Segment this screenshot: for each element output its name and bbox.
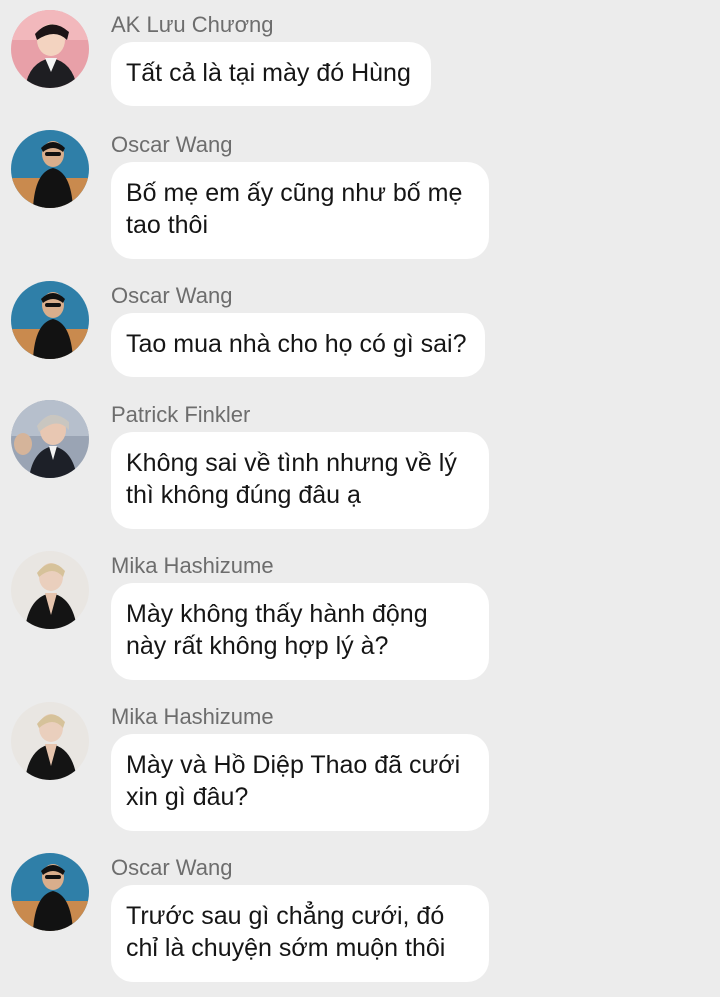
avatar-photo-icon xyxy=(11,551,89,629)
message-text: Trước sau gì chẳng cưới, đó xyxy=(126,902,445,930)
message-text: xin gì đâu? xyxy=(126,783,249,811)
message-bubble[interactable]: Không sai về tình nhưng về lý thì không … xyxy=(111,432,489,529)
avatar-photo-icon xyxy=(11,10,89,88)
avatar-photo-icon xyxy=(11,400,89,478)
message-bubble[interactable]: Bố mẹ em ấy cũng như bố mẹ tao thôi xyxy=(111,162,489,259)
message-text: Bố mẹ em ấy cũng như bố mẹ xyxy=(126,179,463,207)
message-bubble[interactable]: Tao mua nhà cho họ có gì sai? xyxy=(111,313,485,377)
message-text: Mày và Hồ Diệp Thao đã cưới xyxy=(126,751,461,779)
message-bubble[interactable]: Tất cả là tại mày đó Hùng xyxy=(111,42,431,106)
chat-thread: AK Lưu Chương Tất cả là tại mày đó Hùng … xyxy=(0,0,720,997)
sender-name: Oscar Wang xyxy=(111,855,233,880)
message-text: Mày không thấy hành động xyxy=(126,600,428,628)
message-text: thì không đúng đâu ạ xyxy=(126,481,361,509)
avatar[interactable] xyxy=(11,130,89,208)
message-text: chỉ là chuyện sớm muộn thôi xyxy=(126,934,446,962)
avatar[interactable] xyxy=(11,702,89,780)
sender-name: AK Lưu Chương xyxy=(111,12,274,37)
sender-name: Oscar Wang xyxy=(111,132,233,157)
avatar[interactable] xyxy=(11,551,89,629)
sender-name: Mika Hashizume xyxy=(111,704,274,729)
sender-name: Patrick Finkler xyxy=(111,402,251,427)
avatar-photo-icon xyxy=(11,853,89,931)
message-bubble[interactable]: Trước sau gì chẳng cưới, đó chỉ là chuyệ… xyxy=(111,885,489,982)
message-text: Không sai về tình nhưng về lý xyxy=(126,449,457,477)
avatar[interactable] xyxy=(11,853,89,931)
avatar[interactable] xyxy=(11,10,89,88)
message-text: Tất cả là tại mày đó Hùng xyxy=(126,59,411,87)
sender-name: Oscar Wang xyxy=(111,283,233,308)
message-text: Tao mua nhà cho họ có gì sai? xyxy=(126,330,467,358)
avatar[interactable] xyxy=(11,281,89,359)
sender-name: Mika Hashizume xyxy=(111,553,274,578)
avatar[interactable] xyxy=(11,400,89,478)
avatar-photo-icon xyxy=(11,702,89,780)
message-bubble[interactable]: Mày không thấy hành động này rất không h… xyxy=(111,583,489,680)
message-text: tao thôi xyxy=(126,211,209,239)
avatar-photo-icon xyxy=(11,281,89,359)
message-bubble[interactable]: Mày và Hồ Diệp Thao đã cưới xin gì đâu? xyxy=(111,734,489,831)
message-text: này rất không hợp lý à? xyxy=(126,632,389,660)
avatar-photo-icon xyxy=(11,130,89,208)
